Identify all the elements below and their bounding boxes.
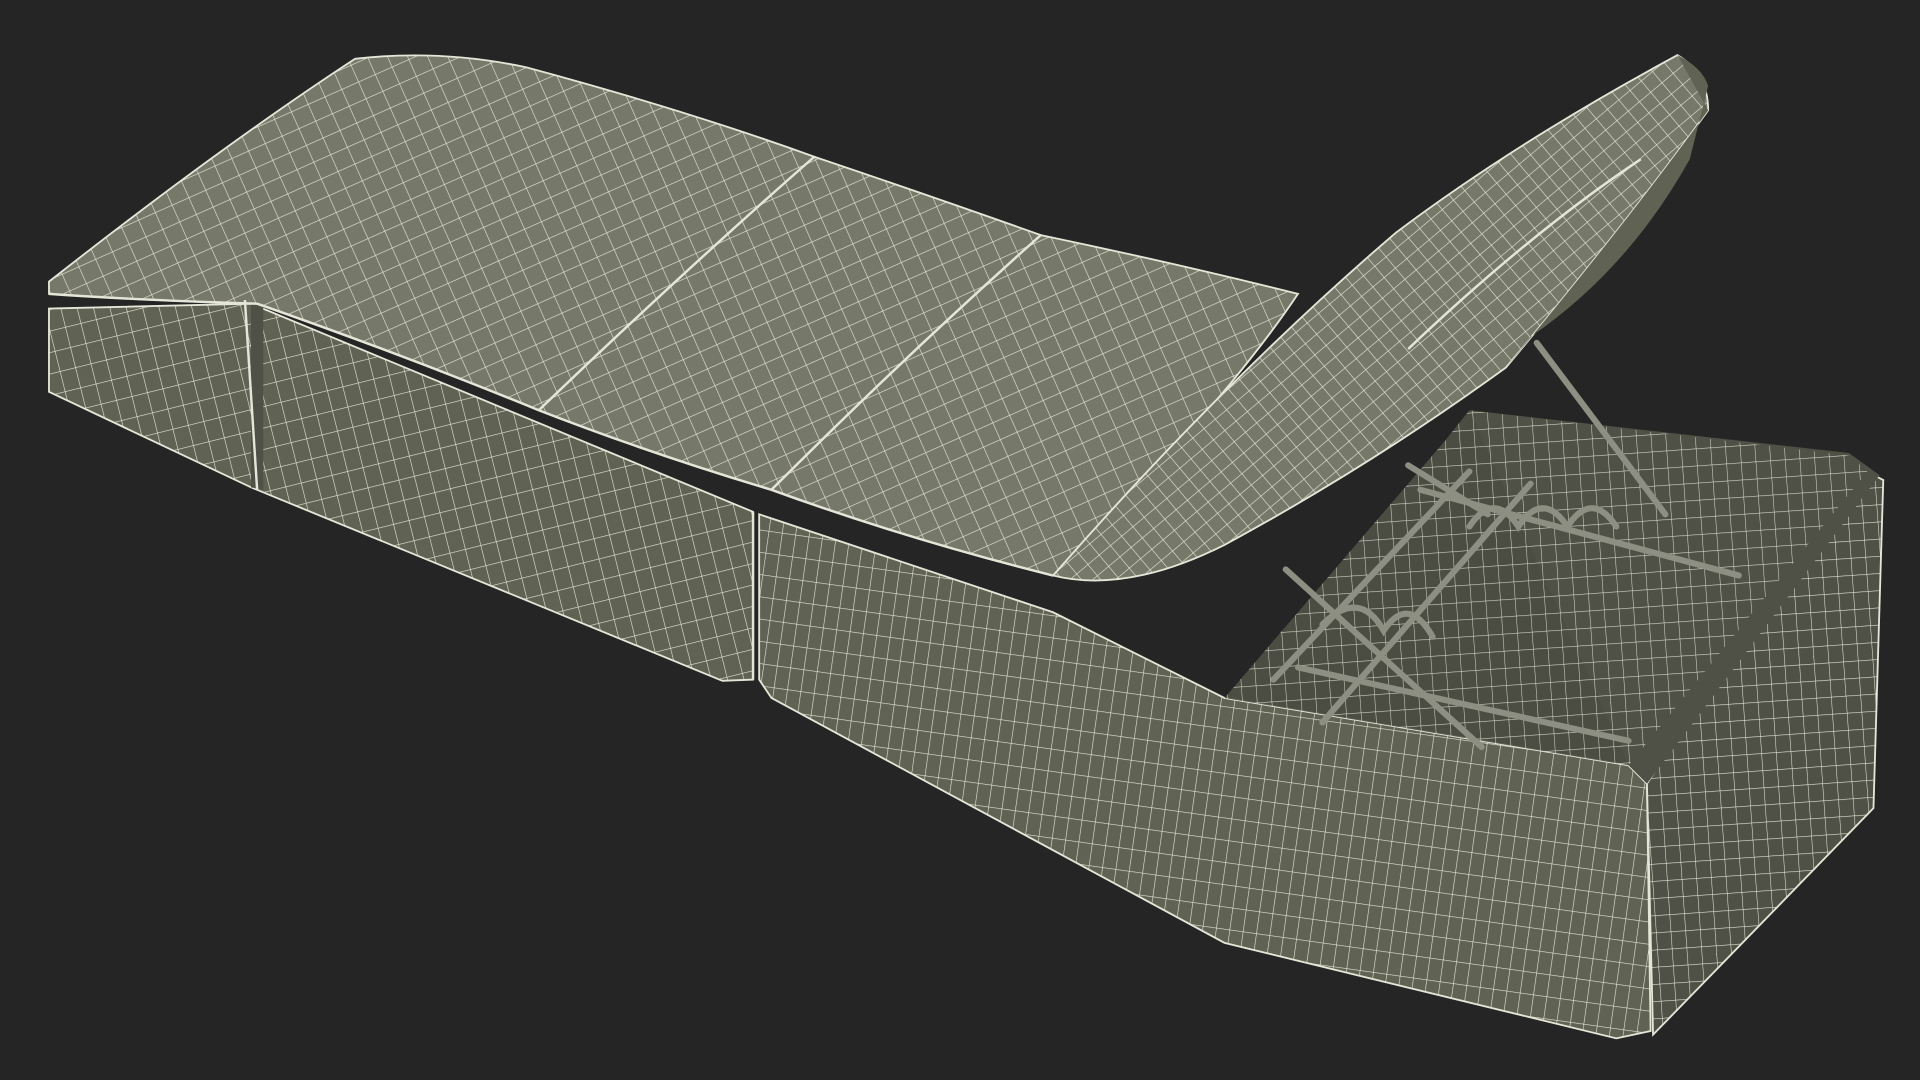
render-viewport <box>0 0 1920 1080</box>
wireframe-render <box>48 54 1885 1040</box>
